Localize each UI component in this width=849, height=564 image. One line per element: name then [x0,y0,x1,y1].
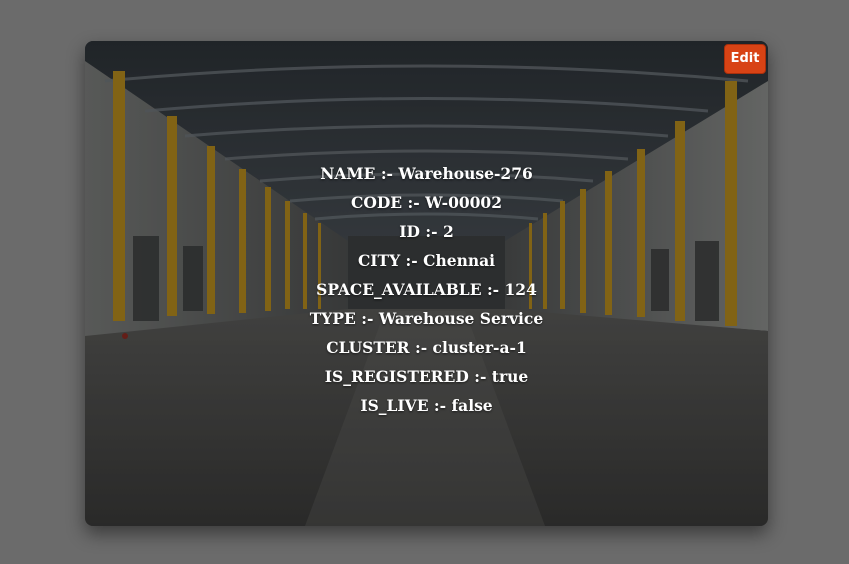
field-value: true [491,367,529,386]
field-code: CODE :- W-00002 [85,188,768,217]
field-id: ID :- 2 [85,217,768,246]
field-value: 124 [504,280,537,299]
field-separator: :- [474,367,487,386]
field-label: CODE [351,193,403,212]
field-value: Chennai [423,251,496,270]
field-separator: :- [425,222,438,241]
field-separator: :- [486,280,500,299]
field-is-registered: IS_REGISTERED :- true [85,362,768,391]
field-label: NAME [320,164,376,183]
field-label: ID [399,222,420,241]
field-value: false [451,396,493,415]
field-label: SPACE_AVAILABLE [316,280,482,299]
field-value: 2 [442,222,454,241]
field-city: CITY :- Chennai [85,246,768,275]
field-value: Warehouse Service [378,309,544,328]
field-separator: :- [361,309,374,328]
field-label: CITY [357,251,401,270]
field-label: IS_LIVE [360,396,429,415]
field-value: Warehouse-276 [398,164,533,183]
field-separator: :- [433,396,447,415]
edit-button[interactable]: Edit [724,44,766,74]
field-separator: :- [405,251,418,270]
field-separator: :- [407,193,420,212]
field-cluster: CLUSTER :- cluster-a-1 [85,333,768,362]
field-label: IS_REGISTERED [324,367,469,386]
field-space-available: SPACE_AVAILABLE :- 124 [85,275,768,304]
warehouse-details: NAME :- Warehouse-276 CODE :- W-00002 ID… [85,159,768,420]
field-label: CLUSTER [326,338,410,357]
field-label: TYPE [309,309,356,328]
field-value: W-00002 [425,193,502,212]
field-value: cluster-a-1 [432,338,527,357]
warehouse-card: Edit NAME :- Warehouse-276 CODE :- W-000… [85,41,768,526]
field-is-live: IS_LIVE :- false [85,391,768,420]
field-separator: :- [414,338,428,357]
field-type: TYPE :- Warehouse Service [85,304,768,333]
field-name: NAME :- Warehouse-276 [85,159,768,188]
field-separator: :- [380,164,393,183]
